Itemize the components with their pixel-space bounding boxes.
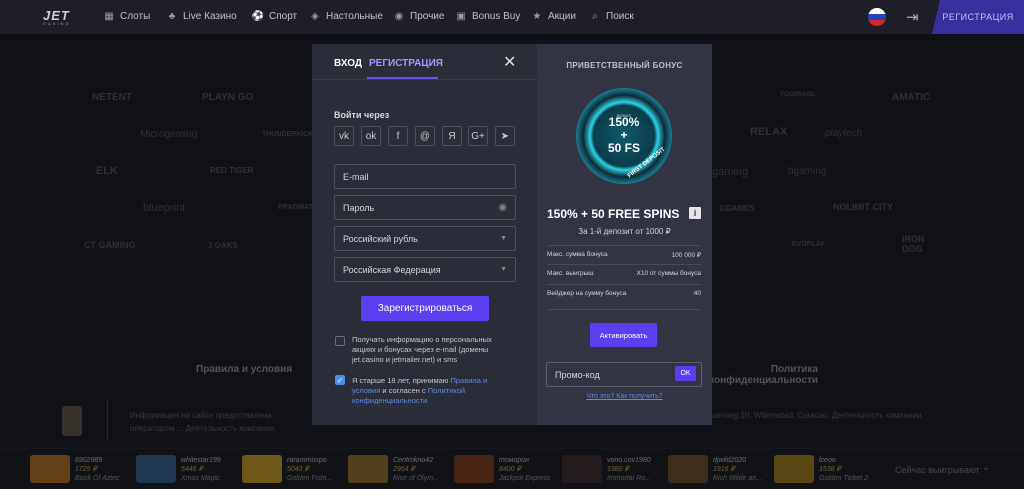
- close-icon[interactable]: ✕: [503, 55, 516, 71]
- bonus-row: Вейджер на сумму бонуса 40: [547, 284, 701, 310]
- bonus-buy-icon: ▣: [456, 10, 466, 22]
- promo-ok-button[interactable]: OK: [675, 366, 696, 381]
- other-icon: ◉: [394, 10, 404, 22]
- terms-text: и согласен с: [380, 386, 428, 395]
- logo[interactable]: JET CASINO: [43, 8, 71, 26]
- nav-label: Слоты: [120, 10, 151, 22]
- password-field[interactable]: Пароль ◉: [334, 195, 516, 220]
- terms-checkbox[interactable]: ✓: [335, 375, 345, 385]
- email-placeholder: E-mail: [343, 171, 369, 182]
- live-casino-icon: ♣: [168, 10, 176, 22]
- badge-line: 50 FS: [607, 141, 640, 155]
- bonus-row-label: Макс. сумма бонуса: [547, 251, 608, 258]
- bonus-row: Макс. сумма бонуса 100 000 ₽: [547, 245, 701, 265]
- nav-item-live-casino[interactable]: ♣ Live Казино: [166, 10, 237, 22]
- search-icon: ⌕: [592, 10, 598, 22]
- terms-text: Я старше 18 лет, принимаю: [352, 376, 451, 385]
- bonus-row-value: 40: [693, 290, 701, 297]
- nav-label: Прочие: [410, 10, 445, 22]
- nav-item-other[interactable]: ◉ Прочие: [393, 10, 445, 22]
- eye-icon[interactable]: ◉: [498, 202, 507, 213]
- terms-checkbox-label: Я старше 18 лет, принимаю Правила и усло…: [352, 376, 510, 406]
- facebook-icon[interactable]: f: [388, 126, 408, 146]
- currency-value: Российский рубль: [343, 233, 418, 244]
- register-submit-button[interactable]: Зарегистрироваться: [361, 296, 489, 321]
- promotions-icon: ★: [532, 10, 542, 22]
- newsletter-checkbox[interactable]: [335, 336, 345, 346]
- nav-item-bonus-buy[interactable]: ▣ Bonus Buy: [455, 10, 520, 22]
- table-games-icon: ◈: [311, 10, 319, 22]
- login-icon[interactable]: ⇥: [906, 8, 924, 26]
- nav-item-search[interactable]: ⌕ Поиск: [589, 10, 634, 22]
- nav-label: Настольные: [326, 10, 383, 22]
- top-nav: JET CASINO ▦ Слоты ♣ Live Казино ⚽ Спорт ◈ На…: [0, 0, 1024, 34]
- badge-text: 150% +50 FS: [600, 116, 648, 160]
- bonus-row-value: 100 000 ₽: [671, 252, 701, 259]
- mail-ru-icon[interactable]: @: [415, 126, 435, 146]
- chevron-down-icon: ▼: [500, 235, 507, 242]
- google-plus-icon[interactable]: G+: [468, 126, 488, 146]
- info-icon[interactable]: i: [689, 207, 701, 219]
- nav-label: Bonus Buy: [472, 10, 521, 22]
- newsletter-checkbox-label: Получать информацию о персональных акция…: [352, 335, 492, 364]
- nav-label: Спорт: [269, 10, 298, 22]
- email-field[interactable]: E-mail: [334, 164, 516, 189]
- nav-label: Поиск: [606, 10, 634, 22]
- yandex-icon[interactable]: Я: [442, 126, 462, 146]
- nav-item-sport[interactable]: ⚽ Спорт: [252, 10, 297, 22]
- odnoklassniki-icon[interactable]: ok: [361, 126, 381, 146]
- nav-item-table-games[interactable]: ◈ Настольные: [309, 10, 383, 22]
- country-select[interactable]: Российская Федерация ▼: [334, 257, 516, 282]
- sport-icon: ⚽: [251, 10, 265, 22]
- bonus-deposit: За 1-й депозит от 1000 ₽: [578, 227, 671, 236]
- nav-item-promotions[interactable]: ★ Акции: [531, 10, 576, 22]
- language-flag-icon[interactable]: [868, 8, 886, 26]
- country-value: Российская Федерация: [343, 264, 441, 275]
- logo-subtext: CASINO: [43, 21, 71, 26]
- bonus-row-value: X10 от суммы бонуса: [636, 270, 701, 277]
- vk-icon[interactable]: vk: [334, 126, 354, 146]
- nav-item-slots[interactable]: ▦ Слоты: [103, 10, 150, 22]
- what-is-it-link[interactable]: Что это? Как получить?: [537, 393, 712, 400]
- active-tab-indicator: [367, 77, 438, 79]
- tabs-divider: [312, 79, 537, 80]
- telegram-icon[interactable]: ➤: [495, 126, 515, 146]
- bonus-row: Макс. выигрыш X10 от суммы бонуса: [547, 264, 701, 284]
- register-nav-button[interactable]: РЕГИСТРАЦИЯ: [932, 0, 1024, 34]
- nav-label: Акции: [548, 10, 576, 22]
- promo-placeholder: Промо-код: [555, 369, 600, 380]
- nav-label: Live Казино: [183, 10, 237, 22]
- tab-register[interactable]: РЕГИСТРАЦИЯ: [369, 58, 443, 69]
- bonus-row-label: Макс. выигрыш: [547, 270, 594, 277]
- slots-icon: ▦: [104, 10, 114, 22]
- bonus-headline: 150% + 50 FREE SPINS: [547, 207, 680, 221]
- chevron-down-icon: ▼: [500, 266, 507, 273]
- activate-bonus-button[interactable]: Активировать: [590, 323, 657, 347]
- bonus-row-label: Вейджер на сумму бонуса: [547, 290, 627, 297]
- social-login-label: Войти через: [334, 110, 390, 120]
- password-placeholder: Пароль: [343, 202, 375, 213]
- bonus-title: ПРИВЕТСТВЕННЫЙ БОНУС: [566, 61, 683, 70]
- tab-login[interactable]: ВХОД: [334, 58, 362, 69]
- currency-select[interactable]: Российский рубль ▼: [334, 226, 516, 251]
